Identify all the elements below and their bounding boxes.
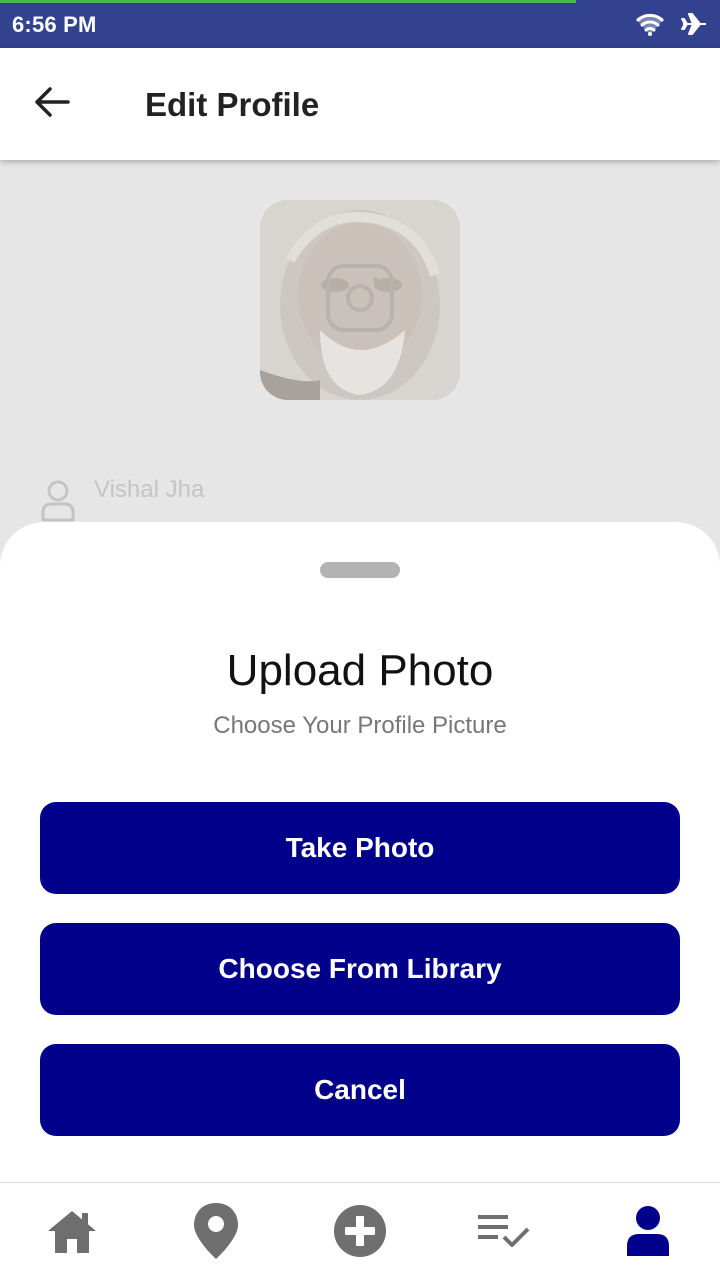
bottom-nav	[0, 1182, 720, 1280]
nav-profile[interactable]	[612, 1201, 684, 1265]
sheet-title: Upload Photo	[226, 646, 494, 695]
name-field[interactable]: Vishal Jha	[40, 476, 204, 522]
checklist-icon	[476, 1211, 532, 1256]
profile-content: Vishal Jha	[0, 160, 720, 540]
profile-icon	[625, 1204, 671, 1263]
nav-home[interactable]	[36, 1201, 108, 1265]
nav-checklist[interactable]	[468, 1201, 540, 1265]
choose-from-library-button[interactable]: Choose From Library	[40, 923, 680, 1015]
camera-icon[interactable]	[324, 262, 396, 334]
arrow-left-icon	[34, 86, 70, 122]
add-circle-icon	[333, 1204, 387, 1263]
upload-photo-sheet: Upload Photo Choose Your Profile Picture…	[0, 522, 720, 1184]
page-title: Edit Profile	[145, 86, 320, 123]
status-time: 6:56 PM	[12, 12, 97, 37]
status-icons	[634, 10, 708, 38]
app-bar: Edit Profile	[0, 48, 720, 160]
home-icon	[44, 1207, 100, 1260]
person-outline-icon	[40, 478, 76, 522]
take-photo-button[interactable]: Take Photo	[40, 802, 680, 894]
location-pin-icon	[192, 1201, 240, 1266]
nav-location[interactable]	[180, 1201, 252, 1265]
name-value: Vishal Jha	[94, 476, 205, 503]
avatar[interactable]	[260, 200, 460, 400]
back-button[interactable]	[28, 82, 76, 126]
nav-add[interactable]	[324, 1201, 396, 1265]
sheet-subtitle: Choose Your Profile Picture	[213, 712, 507, 739]
wifi-icon	[634, 11, 666, 37]
airplane-icon	[680, 10, 708, 38]
status-bar: 6:56 PM	[0, 0, 720, 48]
sheet-handle[interactable]	[320, 562, 400, 578]
status-progress-line	[0, 0, 576, 3]
cancel-button[interactable]: Cancel	[40, 1044, 680, 1136]
